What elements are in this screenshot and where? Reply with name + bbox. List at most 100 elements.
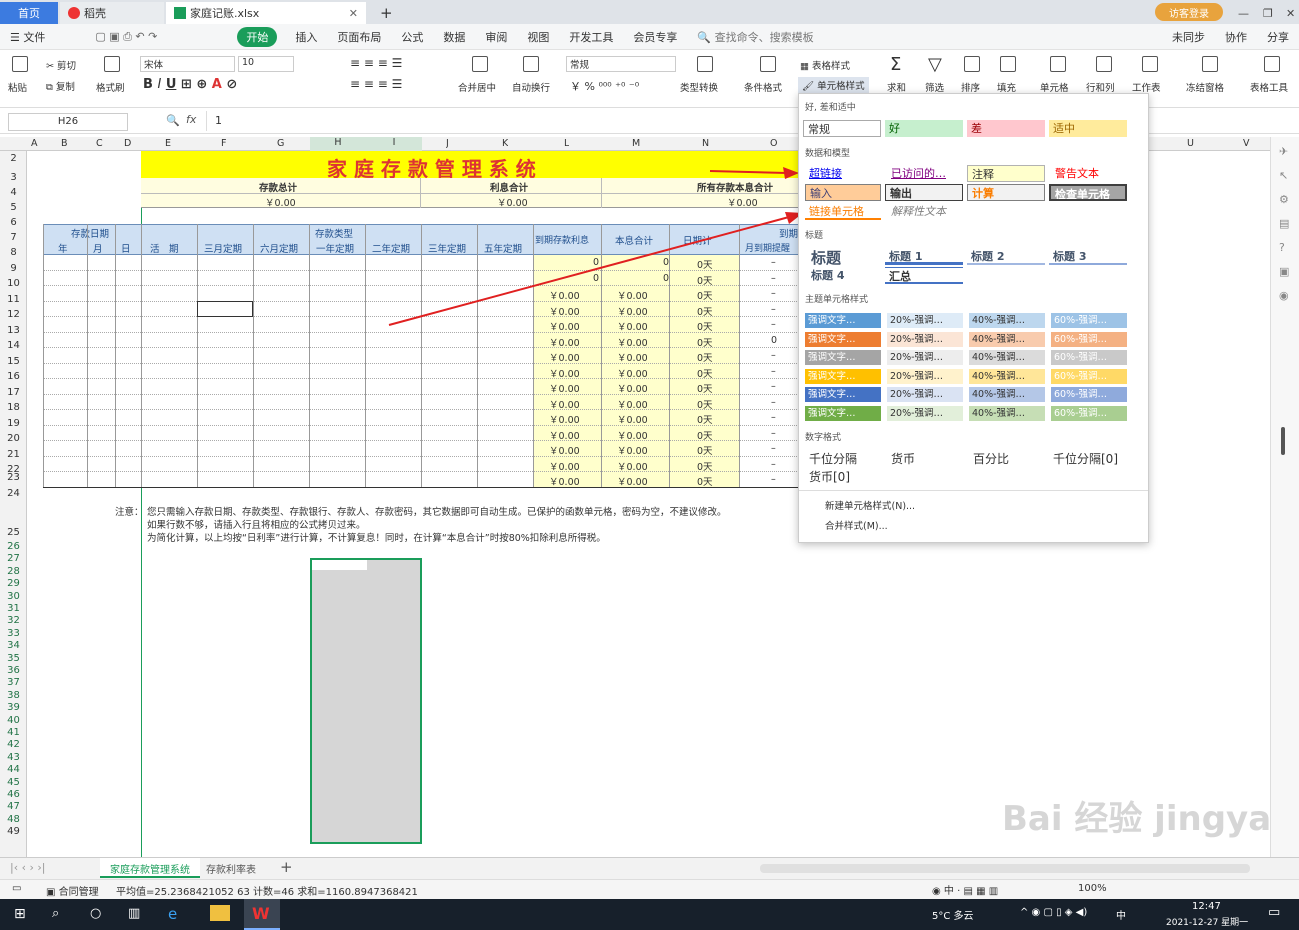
- help-icon[interactable]: ?: [1279, 241, 1285, 254]
- freeze-icon[interactable]: [1202, 56, 1218, 72]
- active-cell[interactable]: [312, 560, 367, 570]
- row-header[interactable]: 5: [0, 202, 27, 213]
- interest-cell[interactable]: ￥0.00: [549, 381, 580, 395]
- theme-style-pct60[interactable]: 60%-强调…: [1051, 331, 1127, 347]
- font-select[interactable]: 宋体: [140, 56, 235, 72]
- days-cell[interactable]: 0天: [697, 319, 713, 333]
- row-header[interactable]: 32: [0, 615, 27, 626]
- horizontal-scrollbar[interactable]: [760, 864, 1250, 873]
- cortana-icon[interactable]: ○: [90, 906, 101, 921]
- align-buttons[interactable]: ≡ ≡ ≡ ☰: [350, 56, 402, 70]
- menu-member[interactable]: 会员专享: [623, 29, 687, 45]
- style-currency0[interactable]: 货币[0]: [805, 469, 883, 486]
- total-cell[interactable]: ￥0.00: [617, 319, 648, 333]
- style-input[interactable]: 输入: [805, 184, 881, 201]
- menu-review[interactable]: 审阅: [475, 29, 517, 45]
- type-convert-icon[interactable]: [697, 56, 713, 72]
- style-note[interactable]: 注释: [967, 165, 1045, 182]
- weather[interactable]: 5°C 多云: [932, 907, 974, 922]
- cell-button[interactable]: 单元格: [1040, 80, 1069, 94]
- row-header[interactable]: 48: [0, 814, 27, 825]
- row-header[interactable]: 43: [0, 752, 27, 763]
- theme-style-accent[interactable]: 强调文字…: [805, 331, 881, 347]
- cell-icon[interactable]: [1050, 56, 1066, 72]
- row-header[interactable]: 12: [0, 309, 27, 320]
- style-comma[interactable]: 千位分隔: [805, 451, 883, 468]
- clock-date[interactable]: 2021-12-27 星期一: [1166, 915, 1248, 928]
- cut-button[interactable]: ✂ 剪切: [46, 58, 76, 72]
- number-buttons[interactable]: ￥ % ⁰⁰⁰ ⁺⁰ ⁻⁰: [570, 78, 639, 94]
- row-header[interactable]: 17: [0, 387, 27, 398]
- tray-icons[interactable]: ^ ◉ ▢ ▯ ◈ ◀): [1020, 907, 1087, 918]
- row-header[interactable]: 31: [0, 603, 27, 614]
- row-header[interactable]: 29: [0, 578, 27, 589]
- row-header[interactable]: 3: [0, 172, 27, 183]
- search-command[interactable]: 🔍 查找命令、搜索模板: [687, 29, 823, 45]
- style-linked[interactable]: 链接单元格: [805, 203, 881, 220]
- row-header[interactable]: 27: [0, 553, 27, 564]
- row-header[interactable]: 41: [0, 727, 27, 738]
- doc-icon[interactable]: ▤: [1279, 217, 1289, 230]
- worksheet-button[interactable]: 工作表: [1132, 80, 1161, 94]
- due-cell[interactable]: –: [771, 350, 776, 361]
- col-k[interactable]: K: [502, 138, 508, 149]
- quick-access-icons[interactable]: ▢ ▣ ⎙ ↶ ↷: [55, 30, 237, 44]
- total-cell[interactable]: ￥0.00: [617, 474, 648, 488]
- style-comma0[interactable]: 千位分隔[0]: [1049, 451, 1139, 468]
- sum-icon[interactable]: Σ: [890, 54, 901, 75]
- style-title[interactable]: 标题: [807, 248, 883, 268]
- number-format-select[interactable]: 常规: [566, 56, 676, 72]
- menu-start[interactable]: 开始: [237, 26, 278, 47]
- interest-cell[interactable]: ￥0.00: [549, 335, 580, 349]
- theme-style-pct60[interactable]: 60%-强调…: [1051, 406, 1127, 421]
- style-bad[interactable]: 差: [967, 120, 1045, 137]
- theme-style-pct20[interactable]: 20%-强调…: [887, 406, 963, 421]
- row-header[interactable]: 36: [0, 665, 27, 676]
- theme-style-pct20[interactable]: 20%-强调…: [887, 368, 963, 384]
- ie-icon[interactable]: e: [168, 905, 177, 923]
- due-cell[interactable]: –: [771, 304, 776, 315]
- interest-cell[interactable]: ￥0.00: [549, 397, 580, 411]
- collaborate-button[interactable]: 协作: [1215, 29, 1257, 45]
- view-icons[interactable]: ◉ 中 · ▤ ▦ ▥: [932, 882, 998, 897]
- menu-view[interactable]: 视图: [517, 29, 559, 45]
- theme-style-pct20[interactable]: 20%-强调…: [887, 331, 963, 347]
- row-header[interactable]: 49: [0, 826, 27, 837]
- theme-style-pct60[interactable]: 60%-强调…: [1051, 387, 1127, 403]
- table-tools-icon[interactable]: [1264, 56, 1280, 72]
- interest-cell[interactable]: 0: [593, 257, 599, 268]
- row-col-icon[interactable]: [1096, 56, 1112, 72]
- style-output[interactable]: 输出: [885, 184, 963, 201]
- fill-icon[interactable]: [1000, 56, 1016, 72]
- style-normal[interactable]: 常规: [803, 120, 881, 137]
- days-cell[interactable]: 0天: [697, 381, 713, 395]
- interest-cell[interactable]: ￥0.00: [549, 350, 580, 364]
- style-heading2[interactable]: 标题 2: [967, 248, 1045, 265]
- wps-taskbar-button[interactable]: W: [244, 899, 280, 930]
- bold-button[interactable]: B I U ⊞ ⊕ A ⊘: [143, 77, 237, 92]
- format-painter-button[interactable]: 格式刷: [96, 80, 125, 94]
- days-cell[interactable]: 0天: [697, 443, 713, 457]
- theme-style-pct20[interactable]: 20%-强调…: [887, 350, 963, 366]
- days-cell[interactable]: 0天: [697, 412, 713, 426]
- filter-icon[interactable]: ▽: [928, 54, 942, 75]
- days-cell[interactable]: 0天: [697, 474, 713, 488]
- row-header[interactable]: 23: [0, 472, 27, 483]
- cursor-icon[interactable]: ↖: [1279, 169, 1288, 182]
- total-cell[interactable]: ￥0.00: [617, 335, 648, 349]
- style-warning[interactable]: 警告文本: [1051, 165, 1127, 182]
- row-header[interactable]: 19: [0, 418, 27, 429]
- col-u[interactable]: U: [1187, 138, 1194, 149]
- row-header[interactable]: 18: [0, 402, 27, 413]
- ime-indicator[interactable]: 中: [1116, 907, 1126, 922]
- row-header[interactable]: 30: [0, 591, 27, 602]
- style-neutral[interactable]: 适中: [1049, 120, 1127, 137]
- row-header[interactable]: 10: [0, 278, 27, 289]
- row-header[interactable]: 13: [0, 325, 27, 336]
- location-icon[interactable]: ◉: [1279, 289, 1289, 302]
- row-header[interactable]: 39: [0, 702, 27, 713]
- status-icon[interactable]: ▭: [12, 883, 21, 894]
- theme-style-accent[interactable]: 强调文字…: [805, 368, 881, 384]
- row-header[interactable]: 37: [0, 677, 27, 688]
- align-buttons-2[interactable]: ≡ ≡ ≡ ☰: [350, 77, 402, 91]
